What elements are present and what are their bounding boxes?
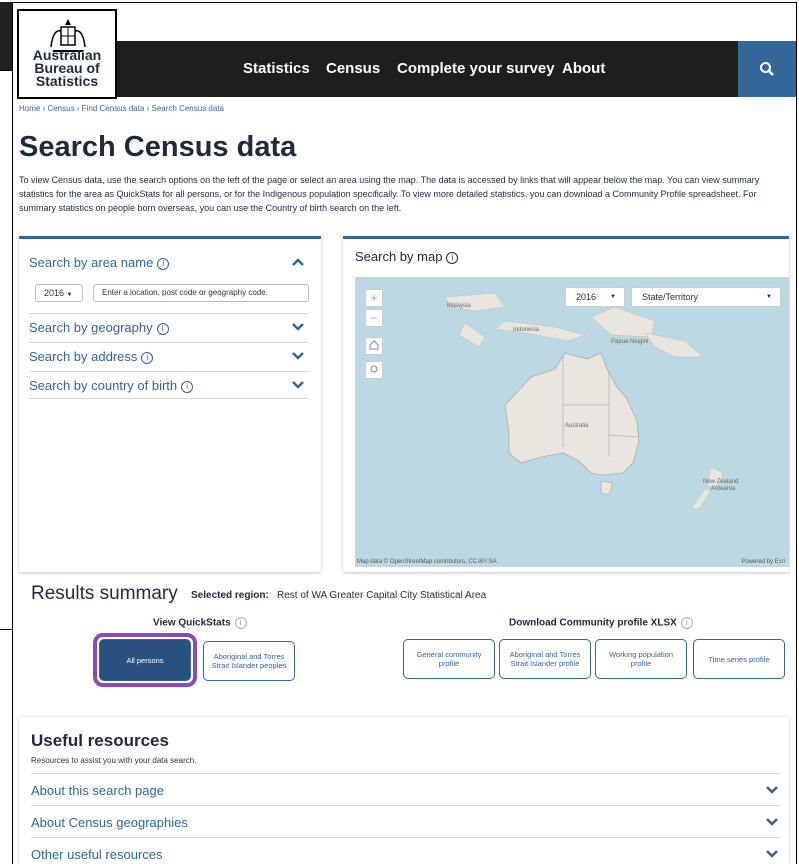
intro-text: To view Census data, use the search opti… bbox=[19, 175, 760, 213]
info-icon[interactable]: i bbox=[181, 380, 194, 393]
quickstats-heading: View QuickStats i bbox=[153, 617, 247, 629]
nav-about[interactable]: About bbox=[562, 41, 605, 97]
all-persons-button[interactable]: All persons bbox=[99, 639, 191, 681]
results-summary: Results summary Selected region: Rest of… bbox=[19, 577, 789, 707]
useful-resources: Useful resources Resources to assist you… bbox=[19, 717, 789, 864]
left-edge-frame bbox=[0, 70, 12, 630]
general-community-profile-button[interactable]: General community profile bbox=[403, 639, 495, 679]
main-nav: Statistics Census Complete your survey A… bbox=[117, 41, 796, 97]
locate-button[interactable] bbox=[365, 361, 383, 379]
map-year-select[interactable]: 2016 ▼ bbox=[565, 287, 625, 307]
address-text: Search by address bbox=[29, 349, 138, 364]
home-button[interactable] bbox=[365, 337, 383, 355]
location-search-input[interactable]: Enter a location, post code or geography… bbox=[93, 284, 309, 302]
area-name-label: Search by area name i bbox=[29, 255, 170, 270]
locate-icon bbox=[370, 365, 378, 373]
resource-about-geographies[interactable]: About Census geographies bbox=[31, 805, 781, 837]
resource-label: About Census geographies bbox=[31, 815, 188, 830]
chevron-down-icon[interactable] bbox=[291, 320, 305, 334]
area-name-text: Search by area name bbox=[29, 255, 154, 270]
zoom-in-button[interactable]: + bbox=[365, 289, 383, 307]
info-icon[interactable]: i bbox=[680, 617, 693, 629]
map-canvas[interactable]: Malaysia Indonesia Papua Niugini Austral… bbox=[355, 277, 789, 567]
time-series-profile-button[interactable]: Time series profile bbox=[693, 639, 785, 679]
accordion-address[interactable]: Search by address i bbox=[29, 342, 309, 370]
map-year-value: 2016 bbox=[576, 292, 597, 302]
address-label: Search by address i bbox=[29, 349, 154, 364]
year-value: 2016 bbox=[44, 288, 65, 298]
download-heading: Download Community profile XLSX i bbox=[509, 617, 693, 629]
aboriginal-quickstats-button[interactable]: Aboriginal and Torres Strait Islander pe… bbox=[203, 641, 295, 681]
zoom-out-button[interactable]: − bbox=[365, 309, 383, 327]
year-select[interactable]: 2016 ▼ bbox=[35, 284, 83, 302]
map-label-indonesia: Indonesia bbox=[513, 327, 540, 333]
dropdown-caret-icon: ▼ bbox=[766, 294, 772, 300]
useful-title: Useful resources bbox=[31, 731, 169, 750]
map-title: Search by map i bbox=[355, 249, 459, 264]
working-population-profile-button[interactable]: Working population profile bbox=[595, 639, 687, 679]
info-icon[interactable]: i bbox=[446, 251, 459, 264]
geography-label: Search by geography i bbox=[29, 320, 169, 335]
map-land bbox=[444, 292, 724, 510]
nav-census[interactable]: Census bbox=[326, 41, 380, 97]
map-title-text: Search by map bbox=[355, 249, 443, 264]
map-geo-value: State/Territory bbox=[642, 292, 699, 302]
info-icon[interactable]: i bbox=[141, 351, 154, 364]
search-options-panel: Search by area name i 2016 ▼ Enter a loca… bbox=[19, 236, 321, 572]
resource-other[interactable]: Other useful resources bbox=[31, 837, 781, 864]
map-label-australia: Australia bbox=[565, 423, 589, 429]
results-title: Results summary bbox=[31, 583, 178, 604]
accordion-country-of-birth[interactable]: Search by country of birth i bbox=[29, 371, 309, 399]
left-edge-dark bbox=[0, 2, 12, 70]
map-label-nz: New Zealand bbox=[703, 479, 739, 485]
resource-label: About this search page bbox=[31, 783, 164, 798]
dropdown-caret-icon: ▼ bbox=[610, 294, 616, 300]
dropdown-caret-icon: ▼ bbox=[66, 292, 73, 298]
quickstats-text: View QuickStats bbox=[153, 617, 231, 629]
geography-text: Search by geography bbox=[29, 320, 153, 335]
home-icon bbox=[369, 340, 379, 350]
chevron-down-icon[interactable] bbox=[765, 783, 779, 797]
chevron-down-icon[interactable] bbox=[291, 349, 305, 363]
accordion-area-name[interactable]: Search by area name i bbox=[29, 249, 309, 277]
selected-region-label: Selected region: bbox=[191, 590, 269, 601]
aboriginal-profile-button[interactable]: Aboriginal and Torres Strait Islander pr… bbox=[499, 639, 591, 679]
nav-statistics[interactable]: Statistics bbox=[243, 41, 310, 97]
logo-line: Statistics bbox=[35, 73, 99, 89]
resource-label: Other useful resources bbox=[31, 847, 163, 862]
map-geography-select[interactable]: State/Territory ▼ bbox=[631, 287, 781, 307]
download-text: Download Community profile XLSX bbox=[509, 617, 677, 629]
chevron-down-icon[interactable] bbox=[765, 847, 779, 861]
info-icon[interactable]: i bbox=[234, 617, 247, 629]
map-label-png: Papua Niugini bbox=[611, 339, 649, 345]
site-header: Australian Bureau of Statistics Statisti… bbox=[13, 3, 796, 103]
selected-region-value: Rest of WA Greater Capital City Statisti… bbox=[277, 590, 487, 601]
map-attribution[interactable]: Map data © OpenStreetMap contributors, C… bbox=[357, 559, 497, 565]
country-text: Search by country of birth bbox=[29, 378, 178, 393]
search-icon bbox=[760, 62, 774, 76]
nav-complete-survey[interactable]: Complete your survey bbox=[397, 41, 555, 97]
accordion-geography[interactable]: Search by geography i bbox=[29, 313, 309, 341]
map-label-aotearoa: Aotearoa bbox=[711, 486, 736, 492]
logo-text: Australian Bureau of Statistics bbox=[19, 48, 115, 89]
info-icon[interactable]: i bbox=[156, 322, 169, 335]
info-icon[interactable]: i bbox=[157, 257, 170, 270]
breadcrumb[interactable]: Home › Census › Find Census data › Searc… bbox=[19, 104, 224, 113]
abs-logo[interactable]: Australian Bureau of Statistics bbox=[17, 9, 117, 99]
map-label-malaysia: Malaysia bbox=[447, 303, 471, 309]
browser-frame: Australian Bureau of Statistics Statisti… bbox=[12, 2, 797, 864]
resource-about-search-page[interactable]: About this search page bbox=[31, 773, 781, 805]
page-title: Search Census data bbox=[19, 131, 297, 163]
search-button[interactable] bbox=[738, 41, 796, 97]
chevron-down-icon[interactable] bbox=[291, 378, 305, 392]
map-panel: Search by map i Malaysia Indonesia Papua … bbox=[343, 236, 789, 572]
useful-description: Resources to assist you with your data s… bbox=[31, 756, 197, 765]
chevron-down-icon[interactable] bbox=[765, 815, 779, 829]
powered-by-esri[interactable]: Powered by Esri bbox=[741, 559, 785, 565]
chevron-up-icon[interactable] bbox=[291, 255, 305, 269]
country-label: Search by country of birth i bbox=[29, 378, 194, 393]
